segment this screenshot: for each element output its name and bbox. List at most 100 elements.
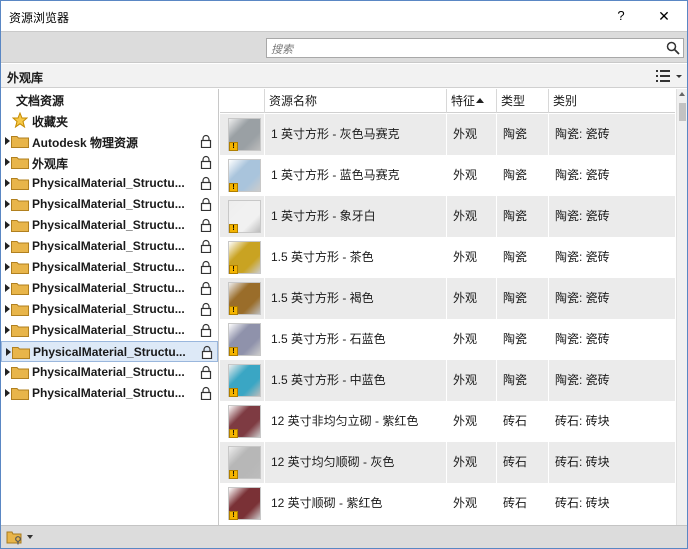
warning-icon: ! xyxy=(229,224,238,233)
tree-item-label: PhysicalMaterial_Structu... xyxy=(32,260,185,274)
table-row[interactable]: ! 1.5 英寸方形 - 褐色 外观 陶瓷 陶瓷: 瓷砖 xyxy=(220,278,675,319)
tree-item[interactable]: PhysicalMaterial_Structu... xyxy=(1,236,218,257)
table-row[interactable]: ! 1.5 英寸方形 - 中蓝色 外观 陶瓷 陶瓷: 瓷砖 xyxy=(220,360,675,401)
cell-category: 陶瓷: 瓷砖 xyxy=(548,196,675,237)
expand-arrow-icon[interactable] xyxy=(5,305,10,313)
tree-item-label: PhysicalMaterial_Structu... xyxy=(32,323,185,337)
table-row[interactable]: ! 1.5 英寸方形 - 茶色 外观 陶瓷 陶瓷: 瓷砖 xyxy=(220,237,675,278)
expand-arrow-icon[interactable] xyxy=(5,326,10,334)
scrollbar-thumb[interactable] xyxy=(679,103,686,121)
column-header-name[interactable]: 资源名称 xyxy=(264,89,484,113)
cell-feature: 外观 xyxy=(446,114,496,155)
table-row[interactable]: ! 1 英寸方形 - 蓝色马赛克 外观 陶瓷 陶瓷: 瓷砖 xyxy=(220,155,675,196)
cell-name: 12 英寸非均匀立砌 - 紫红色 xyxy=(264,401,446,442)
warning-icon: ! xyxy=(229,511,238,520)
cell-category: 陶瓷: 瓷砖 xyxy=(548,237,675,278)
lock-icon xyxy=(200,365,212,379)
warning-icon: ! xyxy=(229,306,238,315)
cell-name: 1.5 英寸方形 - 茶色 xyxy=(264,237,446,278)
close-button[interactable]: ✕ xyxy=(653,5,675,27)
tree-item[interactable]: PhysicalMaterial_Structu... xyxy=(1,194,218,215)
manage-dropdown-icon[interactable] xyxy=(27,535,33,539)
table-row[interactable]: ! 1.5 英寸方形 - 石蓝色 外观 陶瓷 陶瓷: 瓷砖 xyxy=(220,319,675,360)
cell-category: 砖石: 砖块 xyxy=(548,483,675,524)
column-header-name-label: 资源名称 xyxy=(269,94,318,108)
folder-icon xyxy=(11,388,29,400)
cell-type: 砖石 xyxy=(496,401,548,442)
cell-feature: 外观 xyxy=(446,360,496,401)
search-icon[interactable] xyxy=(666,41,680,55)
folder-icon xyxy=(12,347,30,359)
warning-icon: ! xyxy=(229,183,238,192)
tree-item[interactable]: PhysicalMaterial_Structu... xyxy=(1,299,218,320)
column-header-type-label: 类型 xyxy=(501,94,526,108)
table-row[interactable]: ! 1 英寸方形 - 灰色马赛克 外观 陶瓷 陶瓷: 瓷砖 xyxy=(220,114,675,155)
expand-arrow-icon[interactable] xyxy=(6,348,11,356)
tree-item[interactable]: PhysicalMaterial_Structu... xyxy=(1,173,218,194)
tree-item-label: PhysicalMaterial_Structu... xyxy=(32,176,185,190)
expand-arrow-icon[interactable] xyxy=(5,242,10,250)
table-row[interactable]: ! 12 英寸均匀顺砌 - 灰色 外观 砖石 砖石: 砖块 xyxy=(220,442,675,483)
asset-browser-window: 资源浏览器 ? ✕ 搜索 外观库 文档资源 收藏夹 Autodesk 物理资源 外观库… xyxy=(0,0,688,549)
expand-arrow-icon[interactable] xyxy=(5,179,10,187)
warning-icon: ! xyxy=(229,142,238,151)
folder-icon xyxy=(11,325,29,337)
warning-icon: ! xyxy=(229,470,238,479)
folder-icon xyxy=(11,283,29,295)
tree-item[interactable]: PhysicalMaterial_Structu... xyxy=(1,257,218,278)
table-row[interactable]: ! 12 英寸顺砌 - 紫红色 外观 砖石 砖石: 砖块 xyxy=(220,483,675,524)
search-input[interactable]: 搜索 xyxy=(266,38,684,58)
tree-item[interactable]: PhysicalMaterial_Structu... xyxy=(1,320,218,341)
cell-name: 1.5 英寸方形 - 中蓝色 xyxy=(264,360,446,401)
tree-item[interactable]: PhysicalMaterial_Structu... xyxy=(1,278,218,299)
tree-item-label: PhysicalMaterial_Structu... xyxy=(32,302,185,316)
expand-arrow-icon[interactable] xyxy=(5,158,10,166)
folder-icon xyxy=(11,178,29,190)
lock-icon xyxy=(200,260,212,274)
cell-type: 砖石 xyxy=(496,442,548,483)
expand-arrow-icon[interactable] xyxy=(5,221,10,229)
table-row[interactable]: ! 12 英寸非均匀立砌 - 紫红色 外观 砖石 砖石: 砖块 xyxy=(220,401,675,442)
cell-category: 陶瓷: 瓷砖 xyxy=(548,319,675,360)
tree-item[interactable]: PhysicalMaterial_Structu... xyxy=(1,362,218,383)
expand-arrow-icon[interactable] xyxy=(5,284,10,292)
tree-item-label: 文档资源 xyxy=(16,94,65,108)
tree-item[interactable]: 文档资源 xyxy=(1,89,218,110)
column-header-type[interactable]: 类型 xyxy=(496,89,548,113)
title-bar: 资源浏览器 ? ✕ xyxy=(1,1,687,31)
asset-table: 资源名称 特征 类型 类别 ! 1 英寸方形 - 灰色马赛克 外观 陶瓷 陶瓷: 瓷砖!… xyxy=(220,89,675,525)
tree-item[interactable]: PhysicalMaterial_Structu... xyxy=(1,215,218,236)
cell-name: 1 英寸方形 - 灰色马赛克 xyxy=(264,114,446,155)
manage-library-icon[interactable] xyxy=(6,529,24,545)
warning-icon: ! xyxy=(229,265,238,274)
expand-arrow-icon[interactable] xyxy=(5,368,10,376)
folder-icon xyxy=(11,136,29,148)
table-row[interactable]: ! 1 英寸方形 - 象牙白 外观 陶瓷 陶瓷: 瓷砖 xyxy=(220,196,675,237)
column-header-feature[interactable]: 特征 xyxy=(446,89,496,113)
cell-category: 陶瓷: 瓷砖 xyxy=(548,155,675,196)
lock-icon xyxy=(200,281,212,295)
expand-arrow-icon[interactable] xyxy=(5,389,10,397)
tree-item-label: 收藏夹 xyxy=(32,115,69,129)
help-button[interactable]: ? xyxy=(611,5,631,27)
search-bar: 搜索 xyxy=(1,31,687,63)
cell-type: 陶瓷 xyxy=(496,155,548,196)
tree-item[interactable]: 收藏夹 xyxy=(1,110,218,131)
tree-item[interactable]: PhysicalMaterial_Structu... xyxy=(1,341,218,362)
star-icon xyxy=(12,112,28,128)
column-header-category[interactable]: 类别 xyxy=(548,89,675,113)
tree-item[interactable]: Autodesk 物理资源 xyxy=(1,131,218,152)
search-placeholder: 搜索 xyxy=(271,44,293,56)
expand-arrow-icon[interactable] xyxy=(5,200,10,208)
expand-arrow-icon[interactable] xyxy=(5,137,10,145)
lock-icon xyxy=(200,134,212,148)
cell-name: 1.5 英寸方形 - 褐色 xyxy=(264,278,446,319)
tree-item[interactable]: 外观库 xyxy=(1,152,218,173)
tree-item[interactable]: PhysicalMaterial_Structu... xyxy=(1,383,218,404)
vertical-scrollbar[interactable] xyxy=(676,89,687,525)
scroll-up-icon[interactable] xyxy=(679,92,685,96)
lock-icon xyxy=(200,218,212,232)
list-view-icon[interactable] xyxy=(655,68,685,84)
lock-icon xyxy=(200,176,212,190)
expand-arrow-icon[interactable] xyxy=(5,263,10,271)
